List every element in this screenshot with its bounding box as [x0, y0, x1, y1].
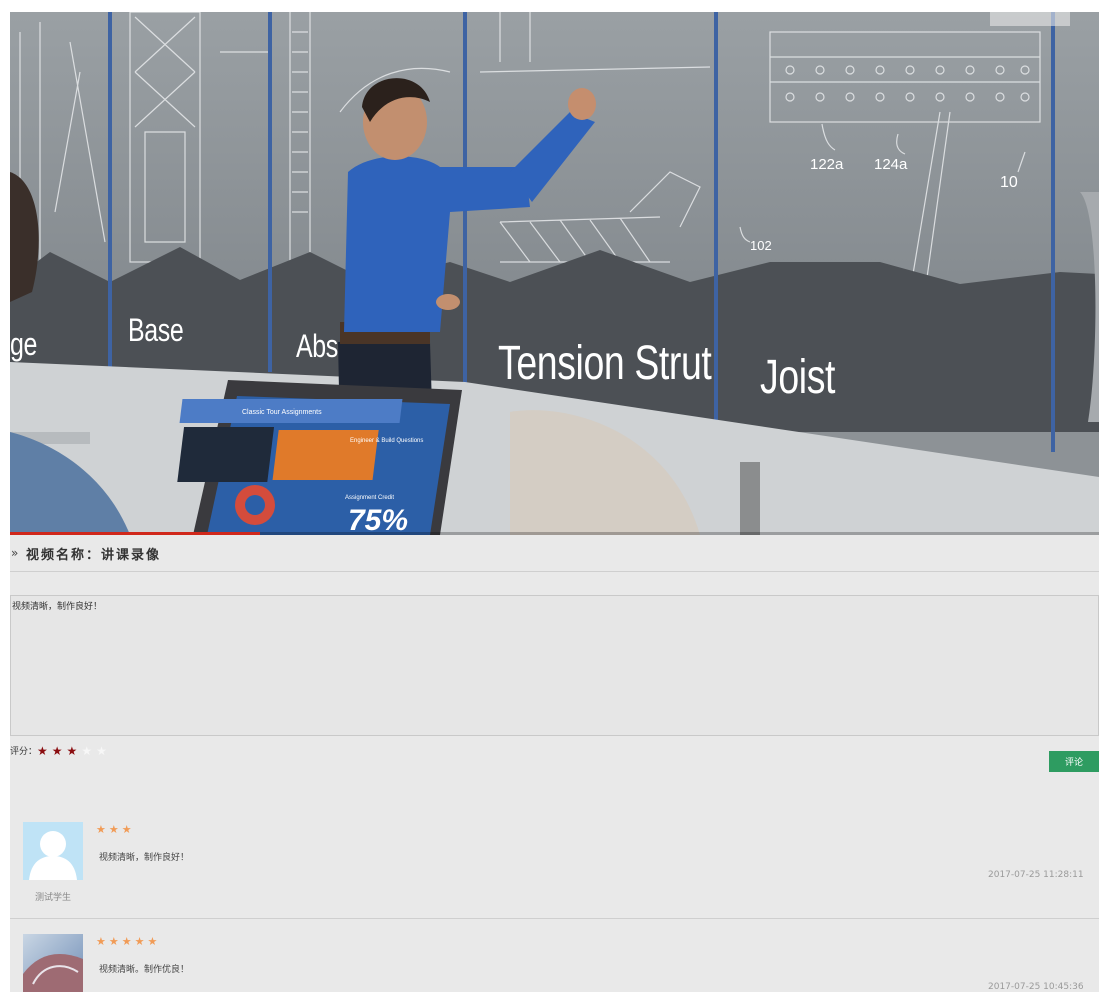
- board-label-base: Base: [128, 312, 184, 348]
- star-icon: ★: [121, 823, 135, 836]
- star-icon: ★: [134, 935, 148, 948]
- video-progress-bar[interactable]: [10, 532, 1099, 535]
- comment-timestamp: 2017-07-25 10:45:36: [988, 982, 1084, 992]
- rating-row: 评分：★ ★ ★ ★ ★: [10, 740, 111, 758]
- laptop: [177, 380, 462, 535]
- star-icon: ★: [108, 823, 122, 836]
- board-label-abs: Abs: [296, 328, 338, 364]
- star-icon: ★: [108, 935, 122, 948]
- video-title-row: » 视频名称：讲课录像: [10, 536, 1099, 572]
- comment-item: ★★★★★ 视频清晰。制作优良！ 2017-07-25 10:45:36: [10, 932, 1099, 992]
- comment-text: 视频清晰。制作优良！: [99, 965, 190, 975]
- video-title: 视频名称：讲课录像: [26, 548, 162, 563]
- comment-username: 测试学生: [34, 893, 71, 903]
- rating-star-icon[interactable]: ★: [96, 744, 107, 758]
- rating-star-icon[interactable]: ★: [67, 744, 78, 758]
- comment-text: 视频清晰，制作良好！: [99, 853, 190, 863]
- callout-122a: 122a: [810, 156, 844, 173]
- board-label-tension-strut: Tension Strut: [498, 337, 712, 390]
- comment-item: 测试学生 ★★★ 视频清晰，制作良好！ 2017-07-25 11:28:11: [10, 820, 1099, 919]
- laptop-card-2: Assignment Credit: [345, 495, 394, 501]
- star-icon: ★: [147, 935, 161, 948]
- laptop-header: Classic Tour Assignments: [242, 409, 322, 416]
- photo-avatar: [23, 934, 83, 992]
- comment-textarea[interactable]: [10, 595, 1099, 736]
- star-icon: ★: [96, 935, 109, 948]
- rating-star-icon[interactable]: ★: [37, 744, 48, 758]
- rating-star-icon[interactable]: ★: [52, 744, 63, 758]
- video-frame: Classic Tour Assignments Engineer & Buil…: [10, 12, 1099, 535]
- comment-stars: ★★★: [96, 823, 135, 836]
- chevron-right-icon: »: [11, 546, 19, 560]
- laptop-card-1: Engineer & Build Questions: [350, 438, 423, 444]
- comment-stars: ★★★★★: [96, 935, 160, 948]
- default-user-icon: [23, 822, 83, 880]
- callout-124a: 124a: [874, 156, 908, 173]
- board-label-joist: Joist: [760, 351, 836, 404]
- submit-comment-button[interactable]: 评论: [1049, 751, 1099, 772]
- star-icon: ★: [121, 935, 135, 948]
- video-player[interactable]: Classic Tour Assignments Engineer & Buil…: [10, 12, 1099, 535]
- board-label-ge: ge: [10, 326, 37, 362]
- comment-timestamp: 2017-07-25 11:28:11: [988, 870, 1084, 880]
- video-progress-fill: [10, 532, 261, 535]
- rating-star-icon[interactable]: ★: [81, 744, 92, 758]
- rating-label: 评分：: [10, 747, 38, 757]
- callout-102: 102: [750, 238, 772, 253]
- laptop-percent: 75%: [348, 504, 409, 535]
- star-icon: ★: [96, 823, 109, 836]
- page: Classic Tour Assignments Engineer & Buil…: [10, 12, 1099, 992]
- rating-stars: ★ ★ ★ ★ ★: [37, 740, 111, 759]
- callout-10: 10: [1000, 174, 1018, 191]
